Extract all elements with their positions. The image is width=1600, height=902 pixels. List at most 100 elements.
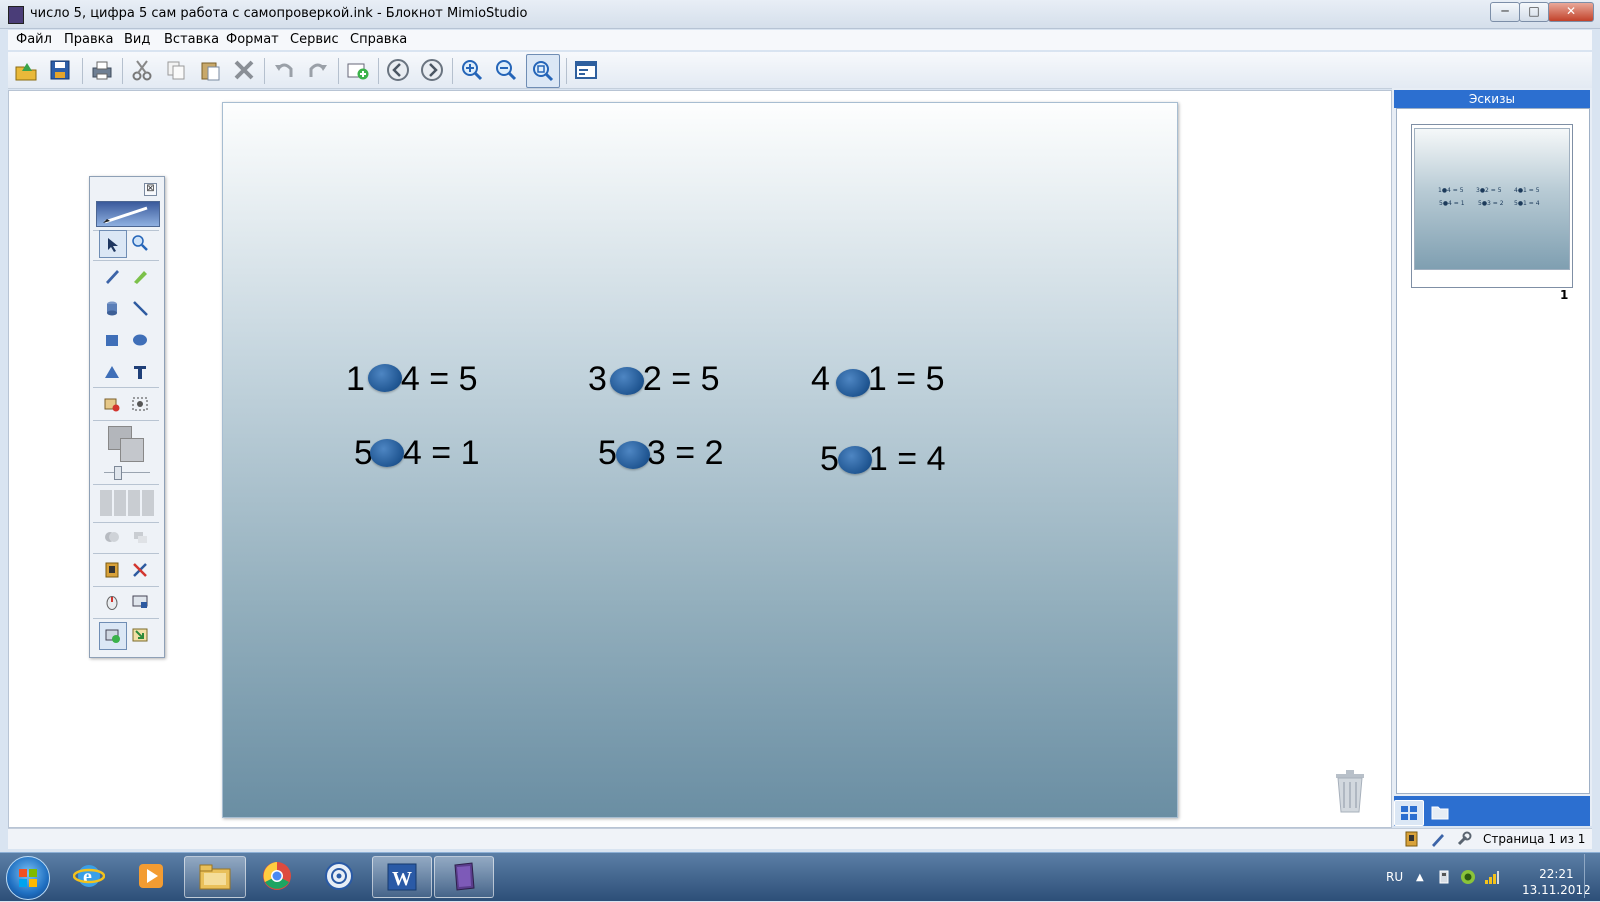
style-grid[interactable]: [100, 490, 156, 516]
pen-status-icon[interactable]: [1430, 831, 1446, 847]
screen-view-icon[interactable]: [572, 56, 600, 84]
start-button[interactable]: [6, 856, 50, 900]
tray-expand-icon[interactable]: ▲: [1416, 872, 1424, 883]
hidden-operator-blob[interactable]: [836, 369, 870, 397]
media-player-icon[interactable]: [122, 856, 180, 896]
save-icon[interactable]: [46, 56, 74, 84]
screen-clip-icon[interactable]: [127, 391, 153, 417]
toolbar-separator: [264, 58, 265, 84]
menu-view[interactable]: Вид: [124, 32, 150, 47]
print-icon[interactable]: [88, 56, 116, 84]
clock[interactable]: 22:21 13.11.2012: [1522, 866, 1591, 898]
palette-separator: [93, 420, 159, 421]
zoom-in-icon[interactable]: [458, 56, 486, 84]
zoom-out-icon[interactable]: [492, 56, 520, 84]
close-button[interactable]: ✕: [1548, 2, 1594, 22]
cut-icon[interactable]: [128, 56, 156, 84]
menu-help[interactable]: Справка: [350, 32, 407, 47]
toolbar-separator: [122, 58, 123, 84]
rectangle-tool-icon[interactable]: [99, 327, 125, 353]
shape-tool-icon[interactable]: [99, 359, 125, 385]
equation-2: 3 2 = 5: [588, 360, 720, 399]
ungroup-icon[interactable]: [127, 524, 153, 550]
insert-image-icon[interactable]: [99, 391, 125, 417]
thumbnail-equation: 3●2 = 5: [1476, 187, 1502, 194]
toolbar-separator: [82, 58, 83, 84]
hidden-operator-blob[interactable]: [610, 367, 644, 395]
paste-icon[interactable]: [196, 56, 224, 84]
menu-format[interactable]: Формат: [226, 32, 279, 47]
thumbnail-equation: 1●4 = 5: [1438, 187, 1464, 194]
redo-icon[interactable]: [304, 56, 332, 84]
equation-left-value: 4: [811, 360, 830, 398]
antivirus-icon[interactable]: [1460, 869, 1476, 885]
mouse-mode-icon[interactable]: [99, 589, 125, 615]
open-icon[interactable]: [12, 56, 40, 84]
equation-right-value: 4 = 1: [402, 434, 480, 472]
thickness-slider-thumb[interactable]: [114, 466, 122, 480]
minimize-button[interactable]: ─: [1490, 2, 1520, 22]
hidden-operator-blob[interactable]: [616, 441, 650, 469]
undo-icon[interactable]: [270, 56, 298, 84]
menu-file[interactable]: Файл: [16, 32, 52, 47]
desktop-annotation-icon[interactable]: [99, 622, 127, 650]
hidden-operator-blob[interactable]: [838, 446, 872, 474]
fill-color-swatch[interactable]: [120, 438, 144, 462]
equation-1: 1 4 = 5: [346, 360, 478, 399]
select-arrow-icon[interactable]: [99, 230, 127, 258]
text-tool-icon[interactable]: [127, 359, 153, 385]
equation-left-value: 1: [346, 360, 365, 398]
wrench-icon[interactable]: [1456, 831, 1472, 847]
trash-icon[interactable]: [1334, 770, 1366, 814]
menu-edit[interactable]: Правка: [64, 32, 113, 47]
fit-page-icon[interactable]: [526, 54, 560, 88]
media-center-icon[interactable]: [310, 856, 368, 896]
mimio-notebook-icon[interactable]: [434, 856, 494, 898]
thumbnail-equation: 5●1 = 4: [1514, 200, 1540, 207]
ellipse-tool-icon[interactable]: [127, 327, 153, 353]
thumbnail-equation: 4●1 = 5: [1514, 187, 1540, 194]
recorder-status-icon[interactable]: [1404, 831, 1420, 847]
delete-icon[interactable]: [230, 56, 258, 84]
equation-left-value: 5: [820, 440, 839, 478]
explorer-icon[interactable]: [184, 856, 246, 898]
palette-close-button[interactable]: ⊠: [144, 183, 157, 196]
internet-explorer-icon[interactable]: e: [60, 856, 118, 896]
line-tool-icon[interactable]: [127, 295, 153, 321]
menu-insert[interactable]: Вставка: [164, 32, 219, 47]
eraser-icon[interactable]: [99, 295, 125, 321]
word-icon[interactable]: W: [372, 856, 432, 898]
palette-banner: [96, 201, 160, 227]
next-page-icon[interactable]: [418, 56, 446, 84]
recorder-icon[interactable]: [99, 557, 125, 583]
zoom-tool-icon[interactable]: [127, 230, 153, 256]
equation-left-value: 5: [598, 434, 617, 472]
thumbnail-equation: 5●4 = 1: [1439, 200, 1465, 207]
maximize-button[interactable]: □: [1519, 2, 1549, 22]
display-mode-icon[interactable]: [127, 589, 153, 615]
app-icon: [8, 6, 24, 24]
usb-device-icon[interactable]: [1436, 869, 1452, 885]
hidden-operator-blob[interactable]: [370, 439, 404, 467]
highlighter-icon[interactable]: [127, 263, 153, 289]
import-icon[interactable]: [127, 622, 153, 648]
chrome-icon[interactable]: [248, 856, 306, 896]
previous-page-icon[interactable]: [384, 56, 412, 84]
copy-icon[interactable]: [162, 56, 190, 84]
menu-tools[interactable]: Сервис: [290, 32, 339, 47]
thumbnails-tab-icon[interactable]: [1394, 800, 1424, 826]
svg-text:W: W: [392, 868, 412, 890]
language-indicator[interactable]: RU: [1386, 870, 1403, 884]
clock-date: 13.11.2012: [1522, 883, 1591, 897]
pen-icon[interactable]: [99, 263, 125, 289]
clock-time: 22:21: [1539, 867, 1574, 881]
group-icon[interactable]: [99, 524, 125, 550]
hidden-operator-blob[interactable]: [368, 364, 402, 392]
equation-right-value: 2 = 5: [642, 360, 720, 398]
show-desktop-button[interactable]: [1584, 854, 1599, 898]
network-signal-icon[interactable]: [1484, 869, 1500, 885]
add-page-icon[interactable]: [344, 56, 372, 84]
equation-3: 4 1 = 5: [811, 360, 945, 399]
gallery-tab-icon[interactable]: [1426, 800, 1454, 824]
gallery-tools-icon[interactable]: [127, 557, 153, 583]
